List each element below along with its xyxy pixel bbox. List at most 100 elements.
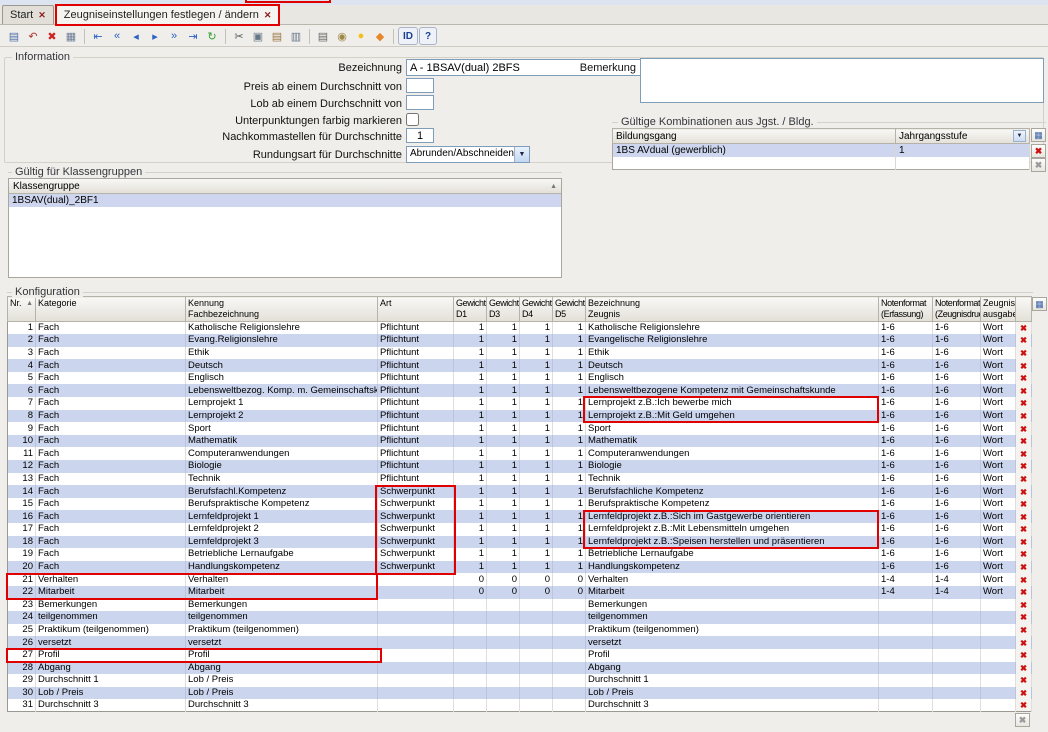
- cell-art[interactable]: Pflichtunt: [378, 322, 454, 335]
- cell-gewicht-d4[interactable]: 0: [520, 573, 553, 586]
- cell-kennung[interactable]: Mathematik: [186, 435, 378, 448]
- cell-kategorie[interactable]: Mitarbeit: [36, 586, 186, 599]
- cell-zeugnisausgabe[interactable]: Wort: [981, 359, 1016, 372]
- cell-kennung[interactable]: Ethik: [186, 347, 378, 360]
- cell-gewicht-d3[interactable]: 1: [487, 523, 520, 536]
- delete-row-icon[interactable]: ✖: [1016, 334, 1032, 347]
- delete-row-icon[interactable]: ✖: [1016, 561, 1032, 574]
- cell-bildungsgang[interactable]: 1BS AVdual (gewerblich): [613, 144, 896, 157]
- cell-notenformat-zeugnisdruck[interactable]: 1-6: [933, 523, 981, 536]
- delete-row-icon[interactable]: ✖: [1016, 473, 1032, 486]
- config-row[interactable]: 15 Fach Berufspraktische Kompetenz Schwe…: [8, 498, 1032, 511]
- cell-kennung[interactable]: Handlungskompetenz: [186, 561, 378, 574]
- cell-gewicht-d4[interactable]: [520, 624, 553, 637]
- cell-gewicht-d1[interactable]: [454, 624, 487, 637]
- cell-gewicht-d4[interactable]: 1: [520, 322, 553, 335]
- cell-bezeichnung[interactable]: Handlungskompetenz: [586, 561, 879, 574]
- cell-kategorie[interactable]: Fach: [36, 447, 186, 460]
- cell-zeugnisausgabe[interactable]: Wort: [981, 372, 1016, 385]
- cell-bezeichnung[interactable]: Abgang: [586, 662, 879, 675]
- column-gewicht-d1[interactable]: Gewicht D1: [454, 297, 487, 322]
- cell-zeugnisausgabe[interactable]: [981, 674, 1016, 687]
- cell-kennung[interactable]: Lernfeldprojekt 1: [186, 510, 378, 523]
- cell-zeugnisausgabe[interactable]: Wort: [981, 510, 1016, 523]
- cell-gewicht-d3[interactable]: [487, 649, 520, 662]
- help-icon[interactable]: ?: [419, 27, 437, 45]
- cell-gewicht-d5[interactable]: 1: [553, 460, 586, 473]
- cell-art[interactable]: Schwerpunkt: [378, 523, 454, 536]
- cell-kennung[interactable]: Technik: [186, 473, 378, 486]
- cell-gewicht-d3[interactable]: 1: [487, 485, 520, 498]
- cell-bezeichnung[interactable]: versetzt: [586, 636, 879, 649]
- cell-notenformat-erfassung[interactable]: [879, 699, 933, 712]
- cell-notenformat-erfassung[interactable]: 1-6: [879, 536, 933, 549]
- cell-kennung[interactable]: Bemerkungen: [186, 599, 378, 612]
- cell-art[interactable]: Pflichtunt: [378, 384, 454, 397]
- cell-gewicht-d1[interactable]: 1: [454, 359, 487, 372]
- cell-gewicht-d1[interactable]: [454, 599, 487, 612]
- duplicate-icon[interactable]: ▥: [287, 27, 305, 45]
- config-row[interactable]: 27 Profil Profil Profil ✖: [8, 649, 1032, 662]
- cell-kennung[interactable]: Evang.Religionslehre: [186, 334, 378, 347]
- cell-kennung[interactable]: Katholische Religionslehre: [186, 322, 378, 335]
- cell-kategorie[interactable]: Fach: [36, 410, 186, 423]
- cell-gewicht-d5[interactable]: [553, 599, 586, 612]
- nav-first-icon[interactable]: ⇤: [89, 27, 107, 45]
- config-row[interactable]: 24 teilgenommen teilgenommen teilgenomme…: [8, 611, 1032, 624]
- column-gewicht-d5[interactable]: Gewicht D5: [553, 297, 586, 322]
- cell-gewicht-d4[interactable]: 1: [520, 510, 553, 523]
- cell-notenformat-zeugnisdruck[interactable]: 1-6: [933, 384, 981, 397]
- cell-gewicht-d1[interactable]: 1: [454, 498, 487, 511]
- cell-notenformat-zeugnisdruck[interactable]: 1-6: [933, 498, 981, 511]
- cell-kennung[interactable]: versetzt: [186, 636, 378, 649]
- cell-gewicht-d1[interactable]: [454, 699, 487, 712]
- cell-bezeichnung[interactable]: Englisch: [586, 372, 879, 385]
- cell-kategorie[interactable]: Fach: [36, 359, 186, 372]
- cell-art[interactable]: Pflichtunt: [378, 397, 454, 410]
- refresh-icon[interactable]: ↻: [203, 27, 221, 45]
- cell-gewicht-d3[interactable]: 1: [487, 548, 520, 561]
- config-row[interactable]: 12 Fach Biologie Pflichtunt 1 1 1 1 Biol…: [8, 460, 1032, 473]
- column-chooser-grid-icon[interactable]: ▦: [1031, 128, 1046, 142]
- delete-row-icon[interactable]: ✖: [1016, 662, 1032, 675]
- cell-notenformat-zeugnisdruck[interactable]: 1-6: [933, 536, 981, 549]
- cell-notenformat-erfassung[interactable]: 1-6: [879, 523, 933, 536]
- cell-notenformat-erfassung[interactable]: 1-6: [879, 359, 933, 372]
- cell-gewicht-d5[interactable]: 1: [553, 485, 586, 498]
- cell-kategorie[interactable]: Fach: [36, 397, 186, 410]
- cell-gewicht-d4[interactable]: 1: [520, 548, 553, 561]
- hint-icon[interactable]: ●: [352, 27, 370, 45]
- cell-kategorie[interactable]: Fach: [36, 334, 186, 347]
- cell-kategorie[interactable]: teilgenommen: [36, 611, 186, 624]
- cell-bezeichnung[interactable]: Berufspraktische Kompetenz: [586, 498, 879, 511]
- cell-bezeichnung[interactable]: Technik: [586, 473, 879, 486]
- cell-gewicht-d5[interactable]: 1: [553, 397, 586, 410]
- cell-zeugnisausgabe[interactable]: Wort: [981, 347, 1016, 360]
- cell-gewicht-d1[interactable]: [454, 687, 487, 700]
- cell-gewicht-d4[interactable]: [520, 662, 553, 675]
- cell-bezeichnung[interactable]: Mitarbeit: [586, 586, 879, 599]
- cell-notenformat-zeugnisdruck[interactable]: [933, 611, 981, 624]
- cell-gewicht-d1[interactable]: 1: [454, 322, 487, 335]
- cell-notenformat-erfassung[interactable]: 1-6: [879, 422, 933, 435]
- cell-kategorie[interactable]: Fach: [36, 536, 186, 549]
- cell-gewicht-d3[interactable]: 1: [487, 498, 520, 511]
- cell-kennung[interactable]: Mitarbeit: [186, 586, 378, 599]
- cell-notenformat-erfassung[interactable]: [879, 649, 933, 662]
- cell-gewicht-d4[interactable]: 1: [520, 447, 553, 460]
- cell-zeugnisausgabe[interactable]: [981, 636, 1016, 649]
- id-button[interactable]: ID: [398, 27, 418, 45]
- cell-zeugnisausgabe[interactable]: [981, 599, 1016, 612]
- cell-zeugnisausgabe[interactable]: Wort: [981, 397, 1016, 410]
- cell-gewicht-d4[interactable]: [520, 611, 553, 624]
- config-row[interactable]: 31 Durchschnitt 3 Durchschnitt 3 Durchsc…: [8, 699, 1032, 712]
- cell-zeugnisausgabe[interactable]: Wort: [981, 548, 1016, 561]
- cell-bildungsgang[interactable]: [613, 157, 896, 170]
- cell-zeugnisausgabe[interactable]: [981, 611, 1016, 624]
- column-nr[interactable]: Nr.▲: [8, 297, 36, 322]
- delete-row-icon[interactable]: ✖: [1016, 586, 1032, 599]
- cell-art[interactable]: [378, 624, 454, 637]
- config-row[interactable]: 8 Fach Lernprojekt 2 Pflichtunt 1 1 1 1 …: [8, 410, 1032, 423]
- cell-notenformat-zeugnisdruck[interactable]: [933, 662, 981, 675]
- cell-gewicht-d3[interactable]: 1: [487, 422, 520, 435]
